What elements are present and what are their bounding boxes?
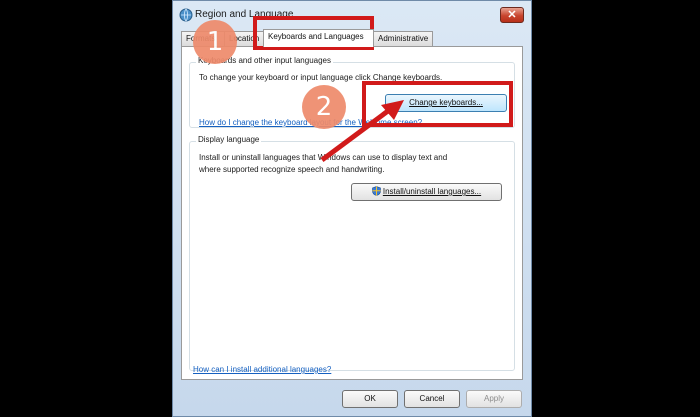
tab-keyboards-and-languages[interactable]: Keyboards and Languages (263, 29, 374, 47)
pointer-arrow-icon (320, 100, 404, 163)
